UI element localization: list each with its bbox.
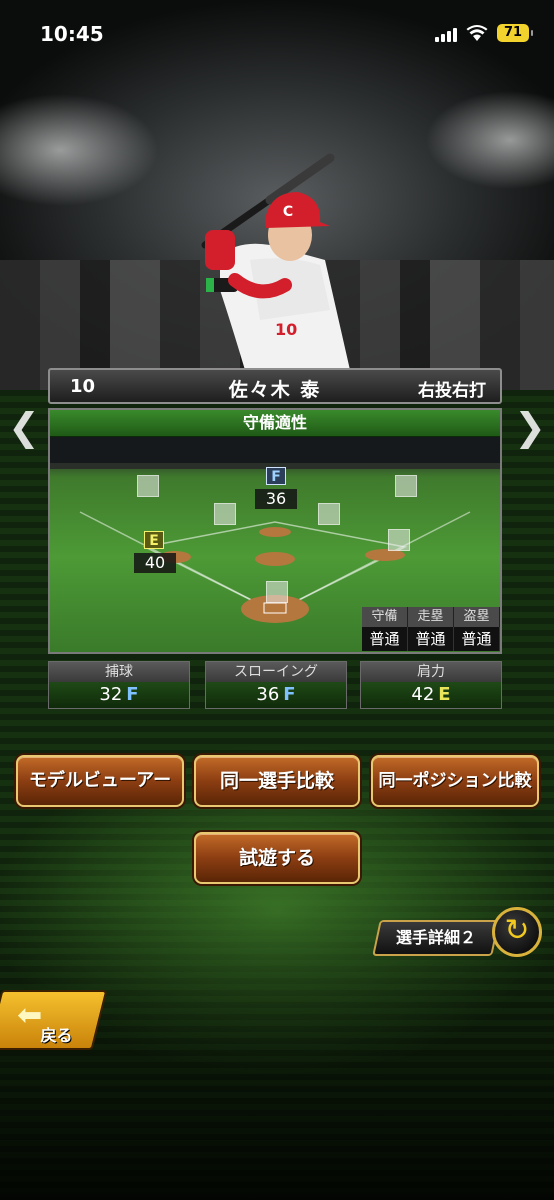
chevron-left-icon[interactable]: ❮: [8, 405, 40, 449]
defense-panel-title: 守備適性: [50, 410, 500, 437]
stat-throwing-label: スローイング: [206, 662, 346, 682]
third-base-score: 40: [134, 553, 176, 573]
ability-table: 守備 走塁 盗塁 普通 普通 普通: [362, 607, 500, 652]
stat-throwing: スローイング 36 F: [205, 661, 347, 709]
ability-value-baserunning: 普通: [408, 627, 454, 651]
center-field-score: 36: [255, 489, 297, 509]
position-marker-left-field[interactable]: [137, 475, 159, 497]
signal-icon: [435, 28, 457, 42]
model-viewer-button[interactable]: モデルビューアー: [16, 755, 184, 807]
position-marker-shortstop[interactable]: [214, 503, 236, 525]
third-base-grade-badge: E: [144, 531, 164, 549]
stat-arm-grade: E: [438, 684, 451, 705]
player-figure: C 10: [201, 153, 350, 370]
stat-catching-grade: F: [126, 684, 139, 705]
position-marker-catcher[interactable]: [266, 581, 288, 603]
ability-value-defense: 普通: [362, 627, 408, 651]
try-play-button[interactable]: 試遊する: [194, 832, 360, 884]
same-player-compare-button[interactable]: 同一選手比較: [194, 755, 360, 807]
defense-panel: 守備適性 F 36 E 40 守備 走塁 盗塁 普通 普通 普通: [48, 408, 502, 654]
battery-icon: 71: [497, 24, 533, 42]
stat-throwing-grade: F: [283, 684, 296, 705]
svg-text:C: C: [283, 204, 293, 220]
same-position-compare-button[interactable]: 同一ポジション比較: [371, 755, 539, 807]
ability-value-stealing: 普通: [454, 627, 500, 651]
ability-label-baserunning: 走塁: [408, 607, 454, 627]
stat-arm-strength: 肩力 42 E: [360, 661, 502, 709]
position-marker-right-field[interactable]: [395, 475, 417, 497]
position-marker-first-base[interactable]: [388, 529, 410, 551]
player-header: 10 佐々木 泰 右投右打: [48, 368, 502, 404]
stat-arm-value: 42: [411, 684, 435, 705]
stat-catching-value: 32: [99, 684, 123, 705]
stat-throwing-value: 36: [256, 684, 280, 705]
ability-label-defense: 守備: [362, 607, 408, 627]
back-button[interactable]: ⬅ 戻る: [0, 990, 108, 1050]
wifi-icon: [466, 25, 488, 41]
status-time: 10:45: [40, 22, 104, 46]
position-marker-second-base[interactable]: [318, 503, 340, 525]
swap-icon[interactable]: ↻: [492, 907, 542, 957]
stat-catching: 捕球 32 F: [48, 661, 190, 709]
ability-label-stealing: 盗塁: [454, 607, 500, 627]
back-button-label: 戻る: [40, 1026, 73, 1045]
player-handedness: 右投右打: [418, 381, 486, 401]
back-arrow-icon: ⬅: [17, 998, 43, 1033]
player-detail-2-button[interactable]: 選手詳細２: [372, 920, 500, 956]
stat-catching-label: 捕球: [49, 662, 189, 682]
baseball-field: F 36 E 40 守備 走塁 盗塁 普通 普通 普通: [50, 437, 500, 652]
stat-arm-label: 肩力: [361, 662, 501, 682]
chevron-right-icon[interactable]: ❯: [514, 405, 546, 449]
uniform-number: 10: [275, 320, 297, 339]
player-detail-2-label: 選手詳細２: [395, 928, 476, 947]
center-field-grade-badge: F: [266, 467, 286, 485]
status-bar: 10:45 71: [0, 0, 554, 70]
